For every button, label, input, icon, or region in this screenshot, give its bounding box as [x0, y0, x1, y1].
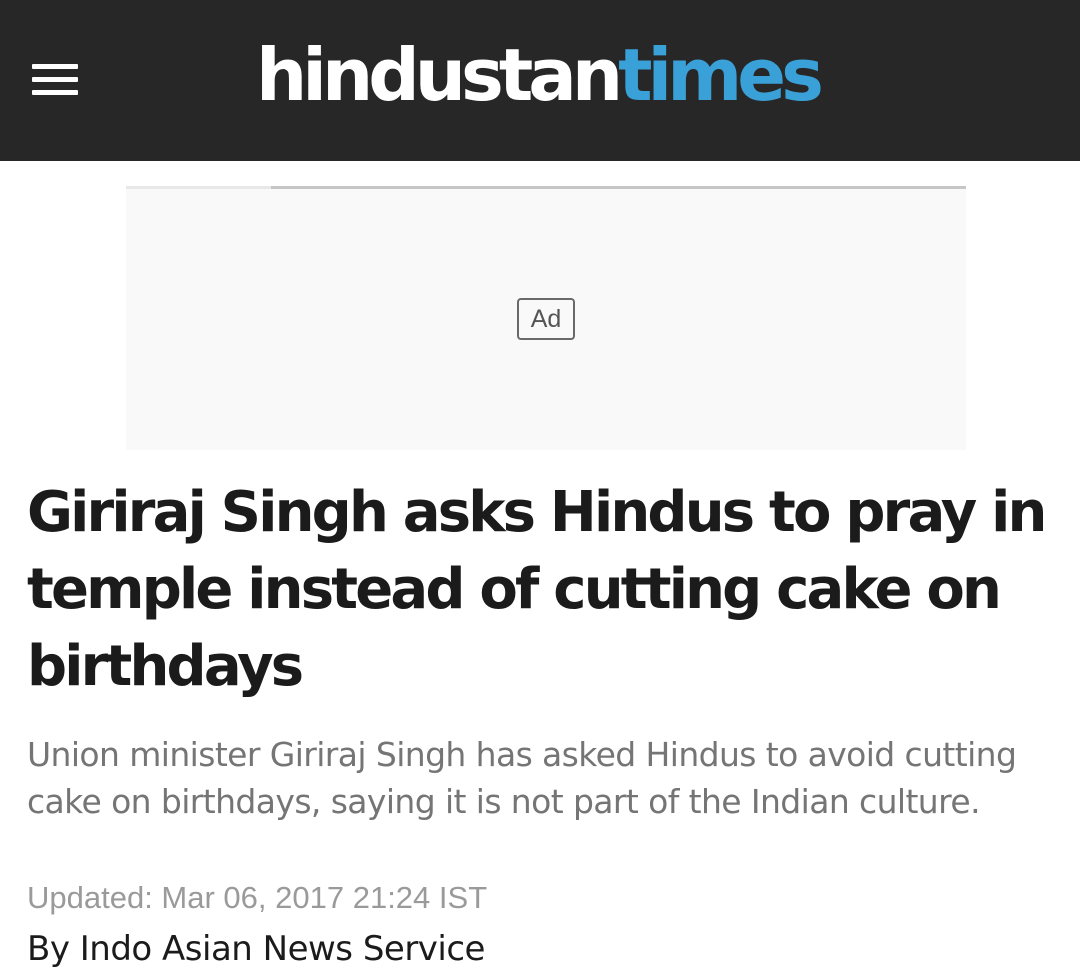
ad-badge: Ad: [517, 298, 575, 340]
hamburger-menu-icon[interactable]: [28, 60, 82, 100]
logo-text-times: times: [618, 33, 824, 117]
article-page: hindustantimes Ad Giriraj Singh asks Hin…: [0, 0, 1080, 976]
menu-line: [32, 77, 78, 82]
menu-line: [32, 64, 78, 69]
logo-text-hindustan: hindustan: [256, 33, 623, 117]
site-header: hindustantimes: [0, 0, 1080, 161]
site-logo[interactable]: hindustantimes: [256, 30, 824, 120]
article-updated-timestamp: Updated: Mar 06, 2017 21:24 IST: [27, 880, 488, 915]
article-headline: Giriraj Singh asks Hindus to pray in tem…: [27, 480, 1047, 699]
article-byline[interactable]: By Indo Asian News Service: [27, 926, 485, 972]
menu-line: [32, 90, 78, 95]
article-summary: Union minister Giriraj Singh has asked H…: [27, 735, 1017, 821]
